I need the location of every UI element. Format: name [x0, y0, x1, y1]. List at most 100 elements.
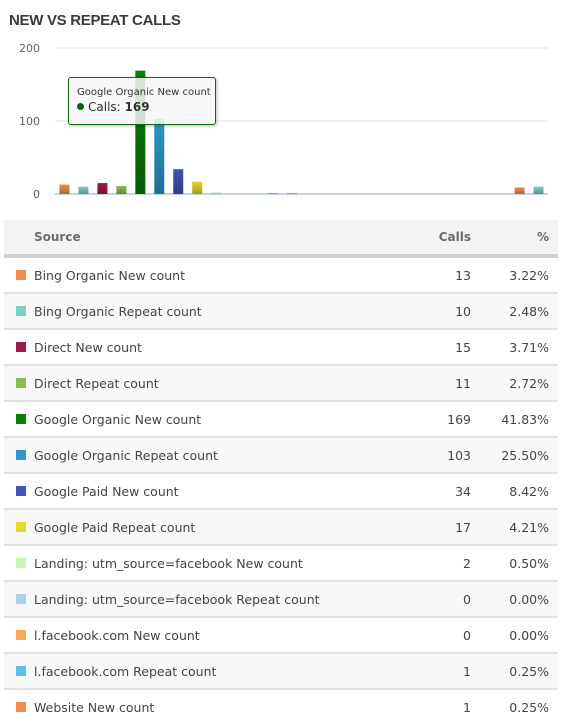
table-row: Landing: utm_source=facebook New count 2 0…	[4, 546, 558, 582]
table-row: Google Organic Repeat count 103 25.50%	[4, 438, 558, 474]
bar[interactable]	[59, 184, 70, 194]
bar[interactable]	[78, 186, 89, 194]
calls-cell: 34	[455, 483, 471, 499]
bar-chart: 0 100 200	[19, 42, 548, 201]
legend-swatch-cell	[4, 270, 34, 280]
pct-cell: 2.48%	[509, 303, 549, 319]
color-swatch-icon	[15, 306, 26, 316]
color-swatch-icon	[15, 378, 26, 388]
bar[interactable]	[97, 183, 108, 194]
bar[interactable]	[211, 192, 222, 194]
legend-swatch-cell	[4, 522, 34, 532]
tooltip-label: Calls:	[88, 100, 121, 114]
table-row: Website New count 1 0.25%	[4, 690, 558, 722]
table-row: Google Paid New count 34 8.42%	[4, 474, 558, 510]
source-cell: Direct Repeat count	[34, 375, 159, 391]
header-source[interactable]: Source	[4, 230, 381, 244]
source-cell: Google Organic New count	[34, 411, 202, 427]
color-swatch-icon	[15, 270, 26, 280]
color-swatch-icon	[15, 522, 26, 532]
table-row: Direct Repeat count 11 2.72%	[4, 366, 558, 402]
color-swatch-icon	[15, 558, 26, 568]
calls-cell: 15	[455, 339, 471, 355]
color-swatch-icon	[15, 342, 26, 352]
source-cell: Bing Organic New count	[34, 267, 185, 283]
source-cell: Bing Organic Repeat count	[34, 303, 202, 319]
source-cell: Landing: utm_source=facebook New count	[34, 555, 303, 571]
source-cell: Website New count	[34, 699, 155, 715]
source-cell: Google Paid Repeat count	[34, 519, 196, 535]
tooltip-value-line: Calls: 169	[77, 100, 215, 114]
legend-swatch-cell	[4, 594, 34, 604]
table-row: Bing Organic New count 13 3.22%	[4, 258, 558, 294]
legend-swatch-cell	[4, 378, 34, 388]
header-pct[interactable]: %	[471, 230, 558, 244]
sources-table: Source Calls % Bing Organic New count 13 3…	[4, 220, 558, 722]
bar[interactable]	[514, 187, 525, 194]
pct-cell: 41.83%	[501, 411, 549, 427]
color-swatch-icon	[15, 450, 26, 460]
pct-cell: 2.72%	[509, 375, 549, 391]
pct-cell: 0.00%	[509, 627, 549, 643]
legend-swatch-cell	[4, 558, 34, 568]
bar[interactable]	[268, 193, 279, 194]
color-swatch-icon	[15, 486, 26, 496]
bar[interactable]	[154, 118, 165, 194]
calls-cell: 13	[455, 267, 471, 283]
source-cell: l.facebook.com Repeat count	[34, 663, 217, 679]
legend-swatch-cell	[4, 414, 34, 424]
table-row: Bing Organic Repeat count 10 2.48%	[4, 294, 558, 330]
chart-tooltip: Google Organic New count Calls: 169	[68, 77, 216, 125]
bar[interactable]	[533, 186, 544, 194]
calls-cell: 17	[455, 519, 471, 535]
color-swatch-icon	[15, 666, 26, 676]
header-calls[interactable]: Calls	[381, 230, 471, 244]
pct-cell: 0.50%	[509, 555, 549, 571]
pct-cell: 3.22%	[509, 267, 549, 283]
pct-cell: 25.50%	[501, 447, 549, 463]
tooltip-series-name: Google Organic New count	[77, 87, 211, 98]
legend-swatch-cell	[4, 450, 34, 460]
table-row: l.facebook.com Repeat count 1 0.25%	[4, 654, 558, 690]
bar[interactable]	[287, 193, 298, 194]
chart-title: NEW VS REPEAT CALLS	[9, 12, 181, 29]
source-cell: Landing: utm_source=facebook Repeat coun…	[34, 591, 320, 607]
legend-swatch-cell	[4, 306, 34, 316]
table-row: Landing: utm_source=facebook Repeat coun…	[4, 582, 558, 618]
pct-cell: 0.25%	[509, 699, 549, 715]
calls-cell: 1	[463, 663, 471, 679]
bar[interactable]	[173, 169, 184, 194]
calls-cell: 103	[447, 447, 471, 463]
pct-cell: 4.21%	[509, 519, 549, 535]
source-cell: Google Paid New count	[34, 483, 179, 499]
calls-cell: 2	[463, 555, 471, 571]
color-swatch-icon	[15, 630, 26, 640]
y-tick-label: 0	[33, 188, 40, 201]
legend-swatch-cell	[4, 342, 34, 352]
bar[interactable]	[116, 185, 127, 194]
source-cell: Direct New count	[34, 339, 142, 355]
table-body: Bing Organic New count 13 3.22% Bing Organi…	[4, 258, 558, 722]
pct-cell: 8.42%	[509, 483, 549, 499]
tooltip-value: 169	[124, 100, 150, 114]
bar[interactable]	[192, 181, 203, 194]
calls-cell: 11	[455, 375, 471, 391]
color-swatch-icon	[15, 594, 26, 604]
calls-cell: 0	[463, 627, 471, 643]
source-cell: Google Organic Repeat count	[34, 447, 218, 463]
calls-cell: 0	[463, 591, 471, 607]
table-row: Google Organic New count 169 41.83%	[4, 402, 558, 438]
legend-swatch-cell	[4, 486, 34, 496]
pct-cell: 0.25%	[509, 663, 549, 679]
calls-cell: 1	[463, 699, 471, 715]
legend-swatch-cell	[4, 702, 34, 712]
legend-swatch-cell	[4, 666, 34, 676]
y-tick-label: 200	[19, 42, 40, 55]
y-tick-label: 100	[19, 115, 40, 128]
calls-cell: 10	[455, 303, 471, 319]
pct-cell: 0.00%	[509, 591, 549, 607]
calls-cell: 169	[447, 411, 471, 427]
pct-cell: 3.71%	[509, 339, 549, 355]
legend-swatch-cell	[4, 630, 34, 640]
table-row: l.facebook.com New count 0 0.00%	[4, 618, 558, 654]
